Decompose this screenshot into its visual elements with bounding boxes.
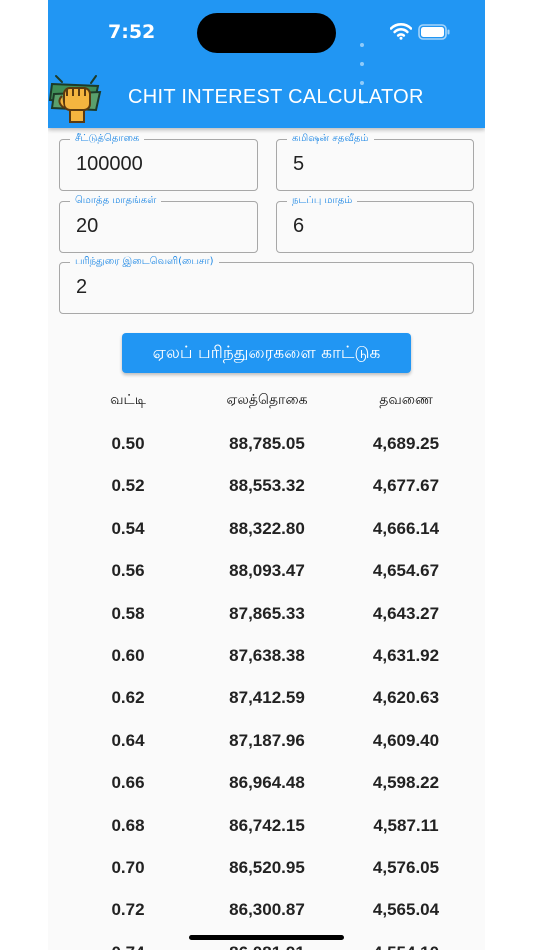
auction-amount-cell: 88,322.80 [229, 518, 305, 538]
interest-cell: 0.74 [78, 932, 178, 950]
current-month-value: 6 [293, 215, 305, 237]
table-row: 0.72 86,300.87 4,565.04 [48, 889, 485, 931]
installment-cell: 4,677.67 [372, 476, 440, 496]
installment-cell: 4,576.05 [372, 857, 440, 877]
total-months-value: 20 [76, 215, 99, 237]
interval-field[interactable]: பரிந்துரை இடைவெளி(பைசா) 2 [59, 255, 474, 314]
interest-cell: 0.50 [111, 434, 145, 453]
status-time: 7:52 [108, 21, 156, 43]
interest-column-header: வட்டி [110, 392, 146, 408]
auction-amount-cell: 88,553.32 [229, 476, 305, 496]
auction-amount-column-header: ஏலத்தொகை [226, 392, 308, 408]
auction-amount-cell: 86,742.15 [229, 815, 305, 835]
installment-cell: 4,654.67 [372, 561, 440, 581]
table-row: 0.54 88,322.80 4,666.14 [48, 508, 485, 550]
chit-amount-label: சீட்டுத்தொகை [70, 132, 145, 146]
interest-cell: 0.72 [111, 900, 145, 920]
chit-amount-value: 100000 [76, 153, 143, 175]
installment-cell: 4,598.22 [372, 773, 440, 793]
auction-amount-cell: 86,964.48 [229, 773, 305, 793]
total-months-field[interactable]: மொத்த மாதங்கள் 20 [59, 194, 258, 253]
app-screen: 7:52 CHIT INTEREST CALCULATOR சீட்டுத்தொ… [48, 0, 485, 950]
auction-amount-cell: 87,412.59 [229, 688, 305, 708]
installment-cell: 4,631.92 [372, 645, 440, 665]
installment-cell: 4,609.40 [372, 730, 440, 750]
interest-cell: 0.68 [111, 815, 145, 835]
table-row: 0.58 87,865.33 4,643.27 [48, 593, 485, 635]
table-row: 0.66 86,964.48 4,598.22 [48, 762, 485, 804]
interest-cell: 0.66 [111, 773, 145, 793]
installment-cell: 4,565.04 [372, 900, 440, 920]
commission-percent-label: கமிஷன் சதவீதம் [287, 132, 374, 146]
table-row: 0.70 86,520.95 4,576.05 [48, 847, 485, 889]
table-row: 0.52 88,553.32 4,677.67 [48, 465, 485, 507]
interest-cell: 0.58 [111, 603, 145, 623]
auction-amount-cell: 86,300.87 [229, 900, 305, 920]
total-months-label: மொத்த மாதங்கள் [70, 194, 162, 208]
interval-value: 2 [76, 276, 88, 298]
home-indicator [189, 935, 344, 940]
interval-label: பரிந்துரை இடைவெளி(பைசா) [70, 255, 219, 269]
app-title: CHIT INTEREST CALCULATOR [128, 86, 424, 108]
dynamic-island [197, 13, 336, 53]
installment-cell: 4,554.10 [342, 932, 470, 950]
show-suggestions-button[interactable]: ஏலப் பரிந்துரைகளை காட்டுக [122, 333, 411, 373]
current-month-label: நடப்பு மாதம் [287, 194, 358, 208]
fist-money-icon [48, 75, 102, 123]
table-row: 0.50 88,785.05 4,689.25 [48, 423, 485, 465]
current-month-field[interactable]: நடப்பு மாதம் 6 [276, 194, 474, 253]
installment-cell: 4,689.25 [372, 434, 440, 453]
installment-cell: 4,587.11 [373, 815, 439, 835]
auction-amount-cell: 86,520.95 [229, 857, 305, 877]
battery-icon [418, 24, 450, 40]
app-bar: 7:52 CHIT INTEREST CALCULATOR [48, 0, 485, 128]
wifi-icon [390, 23, 412, 40]
interest-cell: 0.64 [111, 730, 145, 750]
interest-cell: 0.56 [111, 561, 145, 581]
auction-amount-cell: 87,187.96 [229, 730, 305, 750]
commission-percent-field[interactable]: கமிஷன் சதவீதம் 5 [276, 132, 474, 191]
auction-amount-cell: 87,865.33 [229, 603, 305, 623]
chit-amount-field[interactable]: சீட்டுத்தொகை 100000 [59, 132, 258, 191]
interest-cell: 0.60 [111, 645, 145, 665]
commission-percent-value: 5 [293, 153, 305, 175]
table-row: 0.56 88,093.47 4,654.67 [48, 550, 485, 592]
table-row: 0.64 87,187.96 4,609.40 [48, 720, 485, 762]
auction-amount-cell: 88,093.47 [229, 561, 305, 581]
installment-cell: 4,666.14 [372, 518, 440, 538]
installment-cell: 4,620.63 [372, 688, 440, 708]
interest-cell: 0.62 [111, 688, 145, 708]
suggestions-table: 0.50 88,785.05 4,689.25 0.52 88,553.32 4,677.… [48, 423, 485, 950]
auction-amount-cell: 87,638.38 [229, 645, 305, 665]
table-row: 0.68 86,742.15 4,587.11 [48, 805, 485, 847]
auction-amount-cell: 88,785.05 [229, 434, 305, 453]
interest-cell: 0.54 [111, 518, 145, 538]
interest-cell: 0.52 [111, 476, 145, 496]
table-row: 0.60 87,638.38 4,631.92 [48, 635, 485, 677]
installment-cell: 4,643.27 [372, 603, 440, 623]
table-row: 0.62 87,412.59 4,620.63 [48, 677, 485, 719]
installment-column-header: தவணை [379, 392, 433, 408]
interest-cell: 0.70 [111, 857, 145, 877]
